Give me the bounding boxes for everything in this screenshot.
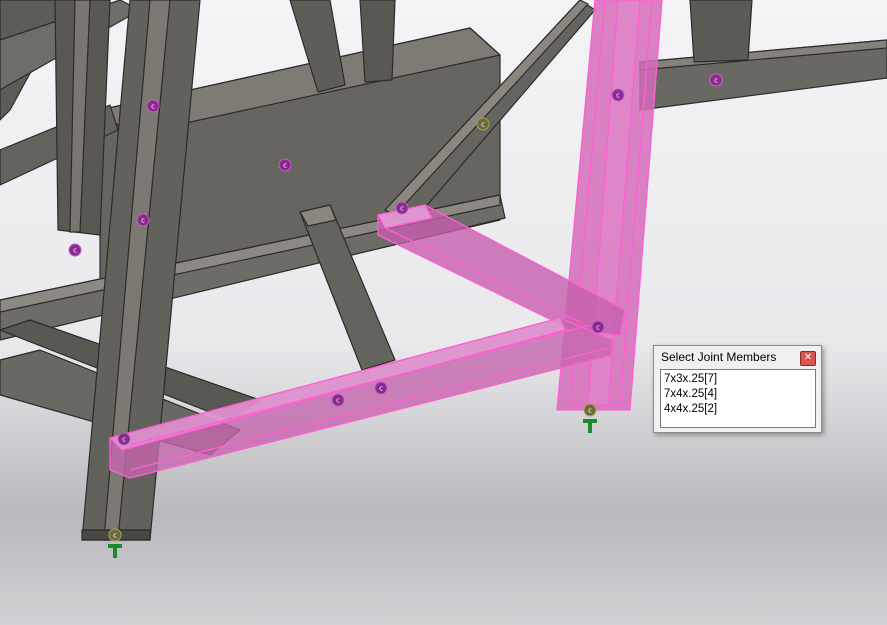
marker-glyph: c	[151, 103, 155, 111]
close-icon[interactable]: ✕	[800, 351, 816, 366]
select-joint-members-dialog[interactable]: Select Joint Members ✕ 7x3x.25[7] 7x4x.2…	[653, 345, 822, 433]
list-item[interactable]: 4x4x.25[2]	[661, 402, 815, 417]
marker-glyph: c	[113, 532, 117, 540]
marker-glyph: c	[588, 407, 592, 415]
joint-marker[interactable]: c	[68, 243, 82, 257]
marker-glyph: c	[283, 162, 287, 170]
dialog-title: Select Joint Members	[661, 350, 777, 364]
joint-members-list[interactable]: 7x3x.25[7] 7x4x.25[4] 4x4x.25[2]	[660, 369, 816, 428]
marker-glyph: c	[400, 205, 404, 213]
marker-glyph: c	[481, 121, 485, 129]
marker-glyph: c	[336, 397, 340, 405]
marker-glyph: c	[714, 77, 718, 85]
marker-glyph: c	[73, 247, 77, 255]
marker-glyph: c	[616, 92, 620, 100]
list-item[interactable]: 7x4x.25[4]	[661, 387, 815, 402]
joint-marker[interactable]: c	[278, 158, 292, 172]
joint-marker[interactable]: c	[374, 381, 388, 395]
joint-marker[interactable]: c	[591, 320, 605, 334]
joint-marker[interactable]: c	[331, 393, 345, 407]
joint-marker[interactable]: c	[117, 432, 131, 446]
marker-glyph: c	[141, 217, 145, 225]
marker-glyph: c	[379, 385, 383, 393]
joint-marker[interactable]: c	[709, 73, 723, 87]
joint-marker[interactable]: c	[476, 117, 490, 131]
marker-glyph: c	[596, 324, 600, 332]
joint-marker[interactable]: c	[108, 528, 122, 542]
joint-marker[interactable]: c	[136, 213, 150, 227]
joint-marker[interactable]: c	[583, 403, 597, 417]
joint-marker[interactable]: c	[146, 99, 160, 113]
marker-glyph: c	[122, 436, 126, 444]
joint-marker[interactable]: c	[611, 88, 625, 102]
graphics-viewport[interactable]: c c c c c c c c c c c c c c	[0, 0, 887, 625]
joint-marker[interactable]: c	[395, 201, 409, 215]
list-item[interactable]: 7x3x.25[7]	[661, 372, 815, 387]
